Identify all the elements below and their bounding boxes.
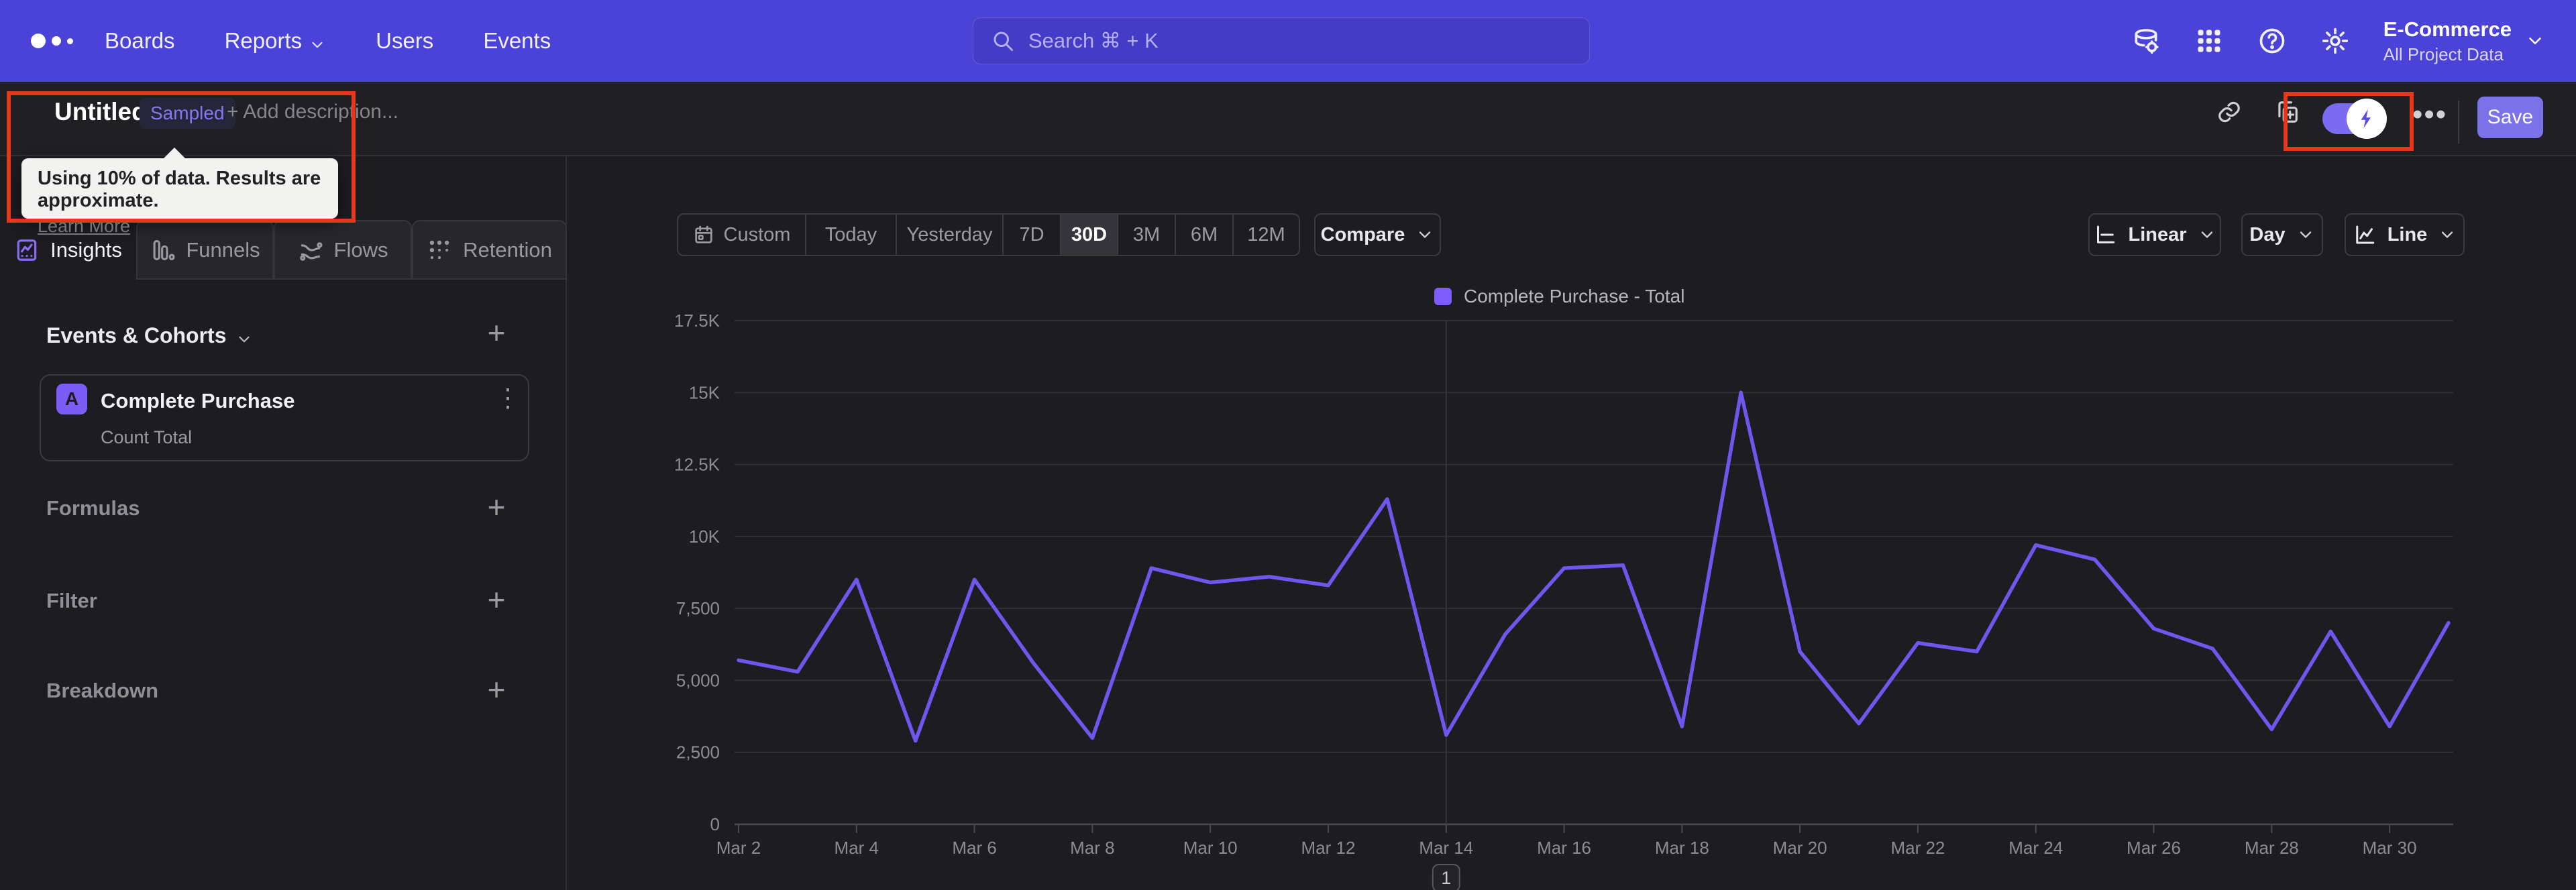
copy-link-icon[interactable] <box>2216 99 2242 125</box>
tab-label: Flows <box>333 237 388 262</box>
y-tick-label: 12.5K <box>674 455 720 475</box>
app-window: Boards Reports Users Events Search ⌘ + K E-… <box>0 0 2576 890</box>
x-tick-label: Mar 4 <box>835 838 879 858</box>
report-title[interactable]: Untitled <box>54 98 147 126</box>
tab-label: Funnels <box>186 237 260 262</box>
x-tick-label: Mar 30 <box>2363 838 2417 858</box>
x-tick-label: Mar 14 <box>1419 838 1473 858</box>
nav-item-label: Events <box>483 28 551 53</box>
event-options-icon[interactable]: ⋮ <box>495 385 521 412</box>
nav-right-cluster: E-Commerce All Project Data <box>2131 0 2576 82</box>
sampling-toggle[interactable] <box>2322 99 2387 139</box>
event-card[interactable] <box>40 374 529 461</box>
events-cohorts-header[interactable]: Events & Cohorts <box>46 323 253 348</box>
y-tick-label: 15K <box>689 382 720 402</box>
toggle-knob <box>2347 99 2387 139</box>
copy-to-board-icon[interactable] <box>2274 99 2300 125</box>
chevron-down-icon[interactable] <box>2525 31 2545 51</box>
section-formulas: Formulas <box>46 496 140 520</box>
x-tick-label: Mar 26 <box>2127 838 2181 858</box>
search-placeholder: Search ⌘ + K <box>1028 29 1159 52</box>
x-tick-label: Mar 20 <box>1773 838 1827 858</box>
x-tick-label: Mar 16 <box>1537 838 1591 858</box>
nav-item-boards[interactable]: Boards <box>105 28 175 54</box>
y-tick-label: 7,500 <box>676 598 720 618</box>
add-description-field[interactable]: + Add description... <box>227 101 398 123</box>
y-tick-label: 2,500 <box>676 742 720 763</box>
annotation-marker-label: 1 <box>1441 868 1451 888</box>
x-tick-label: Mar 10 <box>1183 838 1238 858</box>
y-tick-label: 10K <box>689 526 720 547</box>
funnels-icon <box>150 237 175 263</box>
x-tick-label: Mar 6 <box>952 838 996 858</box>
chevron-down-icon <box>309 34 326 51</box>
event-name[interactable]: Complete Purchase <box>101 389 294 413</box>
top-nav: Boards Reports Users Events Search ⌘ + K E-… <box>0 0 2576 82</box>
event-metric[interactable]: Count Total <box>101 427 192 448</box>
help-icon[interactable] <box>2257 26 2287 56</box>
x-tick-label: Mar 28 <box>2245 838 2299 858</box>
nav-item-label: Users <box>376 28 434 53</box>
add-breakdown-button[interactable]: + <box>479 672 514 707</box>
section-breakdown: Breakdown <box>46 679 159 702</box>
project-scope: All Project Data <box>2383 44 2504 64</box>
project-selector[interactable]: E-Commerce All Project Data <box>2383 17 2512 65</box>
x-tick-label: Mar 22 <box>1890 838 1945 858</box>
event-letter-badge: A <box>56 384 87 414</box>
retention-icon <box>427 237 452 263</box>
x-tick-label: Mar 24 <box>2008 838 2063 858</box>
add-filter-button[interactable]: + <box>479 582 514 617</box>
events-cohorts-label: Events & Cohorts <box>46 323 227 347</box>
nav-item-events[interactable]: Events <box>483 28 551 54</box>
x-tick-label: Mar 18 <box>1655 838 1709 858</box>
x-tick-label: Mar 8 <box>1070 838 1114 858</box>
tab-retention[interactable]: Retention <box>412 220 567 280</box>
chevron-down-icon <box>235 329 253 346</box>
lightning-icon <box>2355 107 2378 130</box>
flows-icon <box>298 237 323 263</box>
y-tick-label: 0 <box>710 814 720 834</box>
x-tick-label: Mar 12 <box>1301 838 1356 858</box>
search-input[interactable]: Search ⌘ + K <box>973 17 1590 64</box>
sampled-badge[interactable]: Sampled <box>140 98 235 129</box>
learn-more-link[interactable]: Learn More <box>38 216 130 237</box>
tab-label: Retention <box>463 237 552 262</box>
search-icon <box>991 29 1015 53</box>
y-tick-label: 5,000 <box>676 670 720 690</box>
save-button[interactable]: Save <box>2477 97 2543 138</box>
sampling-tooltip-message: Using 10% of data. Results are approxima… <box>38 168 321 211</box>
add-event-button[interactable]: + <box>479 315 514 350</box>
mixpanel-logo-icon[interactable] <box>31 0 73 82</box>
nav-item-users[interactable]: Users <box>376 28 433 54</box>
line-chart: 0 2,500 5,000 7,500 10K 12.5K 15K 17.5K Mar 2 Mar… <box>674 311 2453 890</box>
data-management-icon[interactable] <box>2131 26 2161 56</box>
tab-label: Insights <box>50 237 122 262</box>
nav-menu: Boards Reports Users Events <box>105 0 551 82</box>
nav-item-label: Boards <box>105 28 175 53</box>
y-tick-label: 17.5K <box>674 311 720 331</box>
project-name: E-Commerce <box>2383 17 2512 41</box>
apps-grid-icon[interactable] <box>2194 26 2224 56</box>
add-formulas-button[interactable]: + <box>479 490 514 524</box>
more-options-icon[interactable]: ••• <box>2412 98 2447 131</box>
settings-gear-icon[interactable] <box>2320 26 2350 56</box>
nav-item-label: Reports <box>224 28 303 53</box>
insights-icon <box>14 237 40 263</box>
sampling-tooltip: Using 10% of data. Results are approxima… <box>21 148 338 236</box>
x-tick-label: Mar 2 <box>716 838 761 858</box>
toolbar-divider <box>2458 101 2459 144</box>
series-line[interactable] <box>737 390 2451 743</box>
nav-item-reports[interactable]: Reports <box>225 28 327 54</box>
section-filter: Filter <box>46 589 97 612</box>
